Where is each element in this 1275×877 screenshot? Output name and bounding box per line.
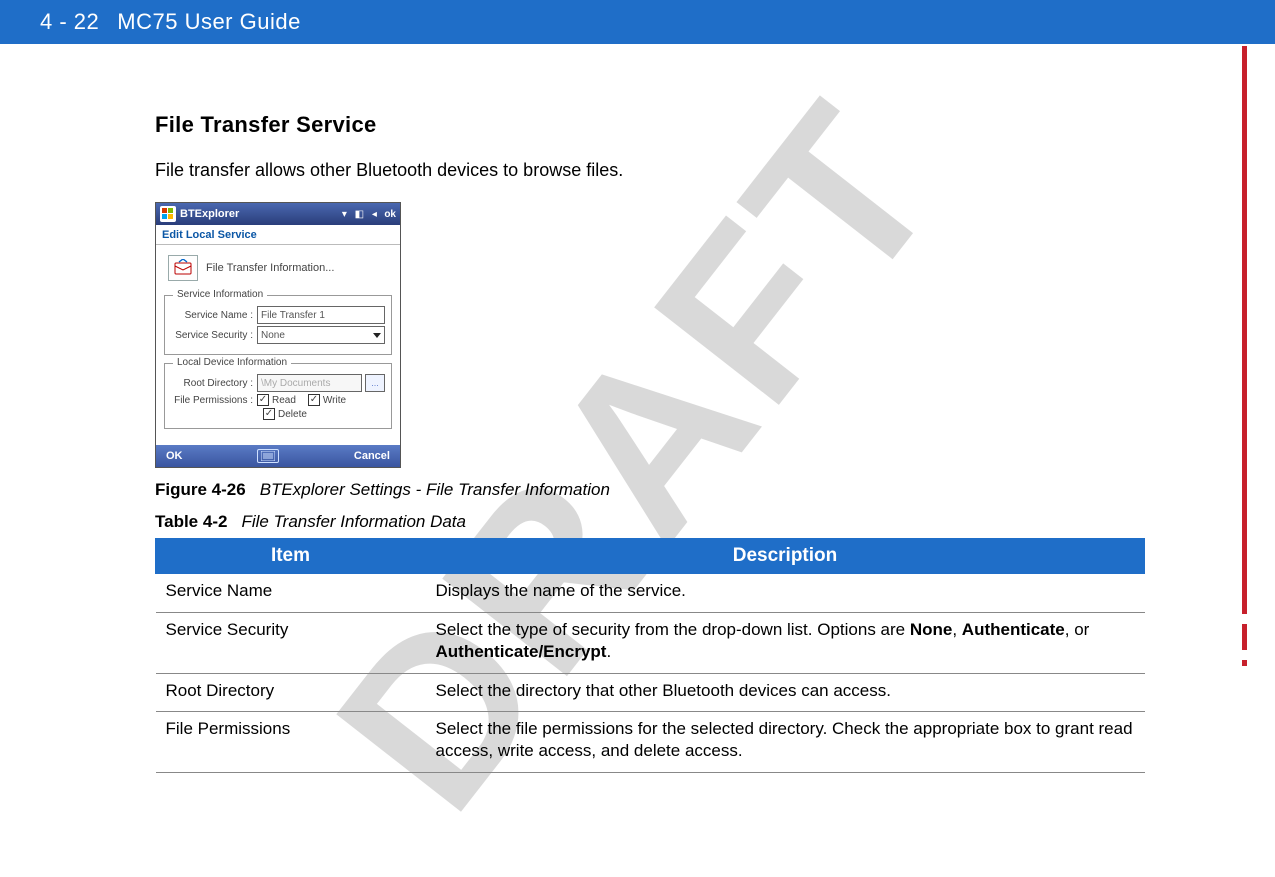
cell-item: Root Directory xyxy=(156,673,426,712)
checkbox-icon: ✓ xyxy=(257,394,269,406)
service-security-label: Service Security : xyxy=(171,330,257,341)
cell-item: Service Security xyxy=(156,613,426,674)
page-header: 4 - 22 MC75 User Guide xyxy=(0,0,1275,44)
root-directory-input[interactable]: \My Documents xyxy=(257,374,362,392)
window-subheader: Edit Local Service xyxy=(156,225,400,245)
content-area: File Transfer Service File transfer allo… xyxy=(155,112,1145,773)
delete-checkbox[interactable]: ✓ Delete xyxy=(263,408,307,420)
table-row: Service Security Select the type of secu… xyxy=(156,613,1145,674)
file-permissions-label: File Permissions : xyxy=(171,395,257,406)
tray-icons: ▾ ◧ ◂ xyxy=(338,208,380,220)
ok-button[interactable]: OK xyxy=(166,450,183,462)
cell-description: Displays the name of the service. xyxy=(426,574,1145,613)
page: 4 - 22 MC75 User Guide DRAFT File Transf… xyxy=(0,0,1275,877)
embedded-screenshot: BTExplorer ▾ ◧ ◂ ok Edit Local Service F… xyxy=(155,202,401,468)
write-checkbox[interactable]: ✓ Write xyxy=(308,394,346,406)
figure-text: BTExplorer Settings - File Transfer Info… xyxy=(260,480,610,499)
volume-icon[interactable]: ◂ xyxy=(368,208,380,220)
table-row: Root Directory Select the directory that… xyxy=(156,673,1145,712)
section-heading: File Transfer Service xyxy=(155,112,1145,138)
info-label: File Transfer Information... xyxy=(206,262,334,274)
data-table: Item Description Service Name Displays t… xyxy=(155,538,1145,773)
checkbox-icon: ✓ xyxy=(308,394,320,406)
local-device-information-group: Local Device Information Root Directory … xyxy=(164,363,392,429)
info-row: File Transfer Information... xyxy=(162,251,394,291)
page-number: 4 - 22 xyxy=(40,9,99,35)
section-intro: File transfer allows other Bluetooth dev… xyxy=(155,158,1145,182)
table-body: Service Name Displays the name of the se… xyxy=(156,574,1145,773)
start-icon[interactable] xyxy=(160,206,176,222)
cell-description: Select the directory that other Bluetoot… xyxy=(426,673,1145,712)
file-transfer-icon xyxy=(168,255,198,281)
checkbox-label: Read xyxy=(272,395,296,406)
titlebar-ok-button[interactable]: ok xyxy=(384,209,396,220)
group-legend: Service Information xyxy=(173,289,267,300)
root-directory-label: Root Directory : xyxy=(171,378,257,389)
cell-item: File Permissions xyxy=(156,712,426,773)
window-titlebar: BTExplorer ▾ ◧ ◂ ok xyxy=(156,203,400,225)
service-name-input[interactable]: File Transfer 1 xyxy=(257,306,385,324)
window-title: BTExplorer xyxy=(180,208,334,220)
service-security-select[interactable]: None xyxy=(257,326,385,344)
service-name-label: Service Name : xyxy=(171,310,257,321)
checkbox-label: Delete xyxy=(278,409,307,420)
signal-icon[interactable]: ▾ xyxy=(338,208,350,220)
network-icon[interactable]: ◧ xyxy=(353,208,365,220)
group-legend: Local Device Information xyxy=(173,357,291,368)
table-header-row: Item Description xyxy=(156,539,1145,574)
subheader-text: Edit Local Service xyxy=(162,229,257,241)
checkbox-icon: ✓ xyxy=(263,408,275,420)
col-header-description: Description xyxy=(426,539,1145,574)
cell-description: Select the type of security from the dro… xyxy=(426,613,1145,674)
table-row: File Permissions Select the file permiss… xyxy=(156,712,1145,773)
cancel-button[interactable]: Cancel xyxy=(354,450,390,462)
checkbox-label: Write xyxy=(323,395,346,406)
change-bar-gap xyxy=(1242,650,1247,660)
table-row: Service Name Displays the name of the se… xyxy=(156,574,1145,613)
service-information-group: Service Information Service Name : File … xyxy=(164,295,392,355)
change-bar xyxy=(1242,46,1247,666)
dialog-body: File Transfer Information... Service Inf… xyxy=(156,245,400,445)
table-caption-text: File Transfer Information Data xyxy=(241,512,466,531)
browse-button[interactable]: … xyxy=(365,374,385,392)
change-bar-gap xyxy=(1242,614,1247,624)
doc-title: MC75 User Guide xyxy=(117,9,301,35)
figure-number: Figure 4-26 xyxy=(155,480,246,499)
read-checkbox[interactable]: ✓ Read xyxy=(257,394,296,406)
table-number: Table 4-2 xyxy=(155,512,227,531)
table-caption: Table 4-2 File Transfer Information Data xyxy=(155,512,1145,532)
dialog-bottom-bar: OK Cancel xyxy=(156,445,400,467)
col-header-item: Item xyxy=(156,539,426,574)
cell-description: Select the file permissions for the sele… xyxy=(426,712,1145,773)
figure-caption: Figure 4-26 BTExplorer Settings - File Tr… xyxy=(155,480,1145,500)
cell-item: Service Name xyxy=(156,574,426,613)
keyboard-icon[interactable] xyxy=(257,449,279,463)
